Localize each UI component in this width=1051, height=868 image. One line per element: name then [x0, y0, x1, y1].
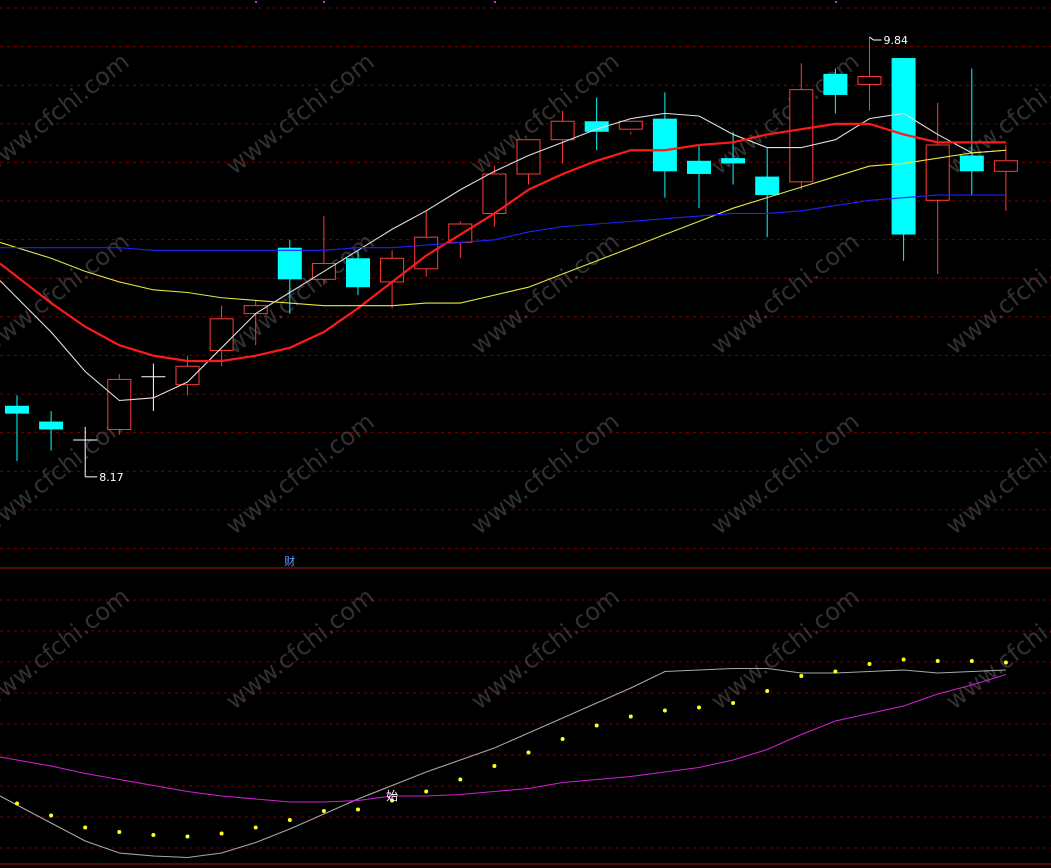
candle-body-down [687, 160, 711, 174]
watermark-text: www.cfchi.com [706, 227, 865, 360]
indicator-dot [799, 674, 804, 678]
top-tick-mark [323, 1, 325, 3]
watermark-text: www.cfchi.com [466, 227, 625, 360]
indicator-dot [83, 825, 88, 830]
watermark-text: www.cfchi.com [706, 407, 865, 540]
price-annotation-arrow [869, 36, 882, 41]
indicator-dot [287, 818, 292, 822]
price-annotation-label: 8.17 [99, 471, 124, 484]
indicator-dot [662, 708, 667, 713]
candle-body-down [891, 58, 916, 235]
indicator-dot [765, 689, 770, 693]
indicator-dot [185, 834, 190, 839]
indicator-dot [117, 830, 122, 834]
indicator-dot [867, 662, 872, 666]
indicator-dot [594, 723, 599, 728]
candle-body-down [959, 155, 984, 172]
watermark-text: www.cfchi.com [466, 407, 625, 540]
stock-chart: www.cfchi.com www.cfchi.com www.cfchi.com w… [0, 0, 1051, 868]
indicator-dot [49, 813, 54, 818]
watermark-text: www.cfchi.com [221, 47, 380, 180]
candle-body-up [618, 120, 643, 130]
indicator-dot [901, 657, 906, 662]
indicator-dot [356, 807, 360, 812]
indicator-dot [628, 714, 633, 719]
watermark-text: www.cfchi.com [941, 582, 1051, 715]
chart-svg: www.cfchi.com www.cfchi.com www.cfchi.com w… [0, 1, 1051, 865]
indicator-dot [697, 705, 701, 710]
watermark-text: www.cfchi.com [466, 582, 625, 715]
indicator-dot [526, 750, 531, 755]
candle-body-down [5, 405, 29, 414]
indicator-dot [833, 669, 838, 674]
indicator-dot [458, 777, 463, 782]
candle-body-up [107, 378, 132, 430]
top-tick-mark [835, 1, 837, 3]
top-tick-mark [255, 1, 257, 3]
watermark-text: www.cfchi.com [221, 407, 380, 540]
candle-body-up [516, 139, 541, 175]
candle-body-up [925, 144, 950, 201]
indicator-dot [731, 701, 736, 705]
price-annotation-label: 9.84 [884, 34, 909, 47]
indicator-dot [151, 833, 156, 837]
indicator-dot [219, 831, 224, 836]
candle-body-down [721, 158, 746, 164]
indicator-dot [253, 825, 258, 830]
indicator-dot [424, 789, 429, 794]
candle-body-up [243, 305, 268, 315]
watermark-text: www.cfchi.com [941, 47, 1051, 180]
top-tick-mark [494, 1, 496, 3]
indicator-dot [935, 659, 940, 663]
candle-body-up [209, 318, 234, 351]
indicator-dot [969, 659, 974, 663]
indicator-dot [1003, 660, 1008, 665]
candle-body-up [789, 89, 814, 183]
indicator-dot [321, 809, 326, 813]
candle-body-down [823, 73, 848, 95]
watermark-text: www.cfchi.com [221, 582, 380, 715]
watermark-text: www.cfchi.com [706, 582, 865, 715]
candle-body-down [755, 176, 780, 196]
candle-body-up [550, 120, 575, 141]
watermark-text: www.cfchi.com [941, 407, 1051, 540]
watermark-text: www.cfchi.com [0, 582, 135, 715]
indicator-dot [560, 737, 565, 741]
indicator-label: 始 [386, 789, 398, 803]
indicator-dot [15, 801, 19, 806]
candle-body-up [414, 236, 439, 270]
candle-body-down [277, 247, 302, 280]
indicator-dot [492, 764, 497, 768]
watermark-text: www.cfchi.com [0, 47, 135, 180]
candle-body-down [39, 421, 64, 430]
candle-body-down [346, 258, 370, 288]
watermark-text: www.cfchi.com [941, 227, 1051, 360]
candle-body-down [652, 118, 677, 172]
candle-body-up [993, 160, 1018, 172]
candle-body-up [380, 257, 405, 283]
candle-body-up [857, 75, 882, 85]
watermark-text: www.cfchi.com [221, 227, 380, 360]
event-marker-label: 财 [284, 554, 295, 568]
